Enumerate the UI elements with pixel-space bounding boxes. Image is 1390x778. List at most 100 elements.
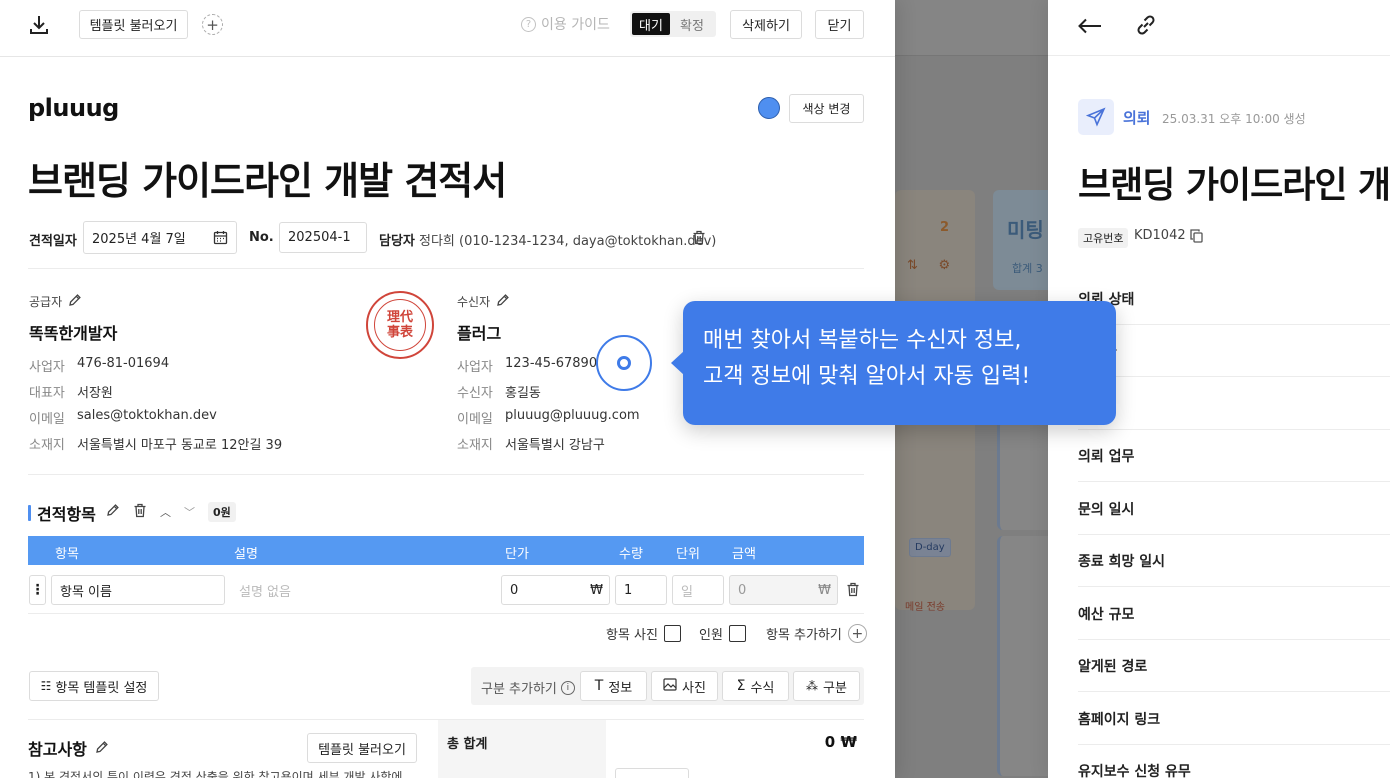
- block-add-bar: 구분 추가하기 i T 정보 사진 Σ 수식 ⁂ 구분: [471, 667, 864, 705]
- item-amount-value: 0: [738, 582, 747, 598]
- add-item-button[interactable]: 항목 추가하기 +: [766, 624, 867, 643]
- status-toggle[interactable]: 대기 확정: [630, 11, 716, 37]
- person-option[interactable]: 인원: [699, 624, 746, 643]
- notes-title-row: 참고사항: [28, 736, 109, 760]
- detail-row-budget[interactable]: 예산 규모: [1078, 588, 1390, 640]
- summary-input[interactable]: [615, 768, 689, 778]
- template-load-button[interactable]: 템플릿 불러오기: [79, 10, 188, 39]
- item-photo-label: 항목 사진: [606, 628, 658, 643]
- currency-symbol: ₩: [818, 582, 831, 598]
- total-label-cell: 총 합계: [438, 720, 606, 778]
- drag-handle-icon[interactable]: ⋮: [29, 575, 46, 605]
- download-icon[interactable]: [26, 12, 52, 38]
- column-header: 금액: [732, 547, 756, 562]
- status-confirmed-option[interactable]: 확정: [670, 13, 714, 35]
- close-button[interactable]: 닫기: [815, 10, 864, 39]
- pencil-icon[interactable]: [95, 739, 109, 758]
- send-icon: [1078, 99, 1114, 135]
- item-photo-checkbox[interactable]: [663, 625, 681, 642]
- delete-button[interactable]: 삭제하기: [730, 10, 802, 39]
- detail-row-manager[interactable]: 담당자: [1078, 325, 1390, 377]
- add-formula-block-button[interactable]: Σ 수식: [722, 671, 789, 701]
- date-field[interactable]: 2025년 4월 7일: [83, 221, 237, 254]
- drawer-title: 브랜딩 가이드라인 개발 견적서: [1078, 165, 1390, 206]
- usage-guide-label: 이용 가이드: [541, 17, 610, 33]
- trash-icon[interactable]: [846, 582, 860, 601]
- add-divider-block-button[interactable]: ⁂ 구분: [793, 671, 860, 701]
- editor-toolbar: 템플릿 불러오기 + ? 이용 가이드 대기 확정 삭제하기 닫기: [0, 0, 895, 57]
- chevron-up-icon[interactable]: ︿: [160, 504, 171, 520]
- items-total-badge: 0원: [208, 502, 236, 522]
- checklist-icon: ☷: [40, 679, 52, 693]
- back-arrow-icon[interactable]: [1076, 12, 1104, 40]
- column-header: 단가: [505, 547, 529, 562]
- notes-title: 참고사항: [28, 740, 87, 759]
- date-value: 2025년 4월 7일: [92, 232, 186, 247]
- column-header: 항목: [55, 547, 79, 562]
- detail-row-task[interactable]: 의뢰 업무: [1078, 430, 1390, 482]
- supplier-row-value: 서울특별시 마포구 동교로 12안길 39: [77, 438, 283, 453]
- detail-row-homepage[interactable]: 홈페이지 링크: [1078, 693, 1390, 745]
- item-unit-input[interactable]: 일: [672, 575, 724, 605]
- status-pending-option[interactable]: 대기: [632, 13, 670, 35]
- info-icon[interactable]: i: [560, 680, 575, 695]
- manager-label: 담당자: [379, 234, 415, 249]
- add-info-block-button[interactable]: T 정보: [580, 671, 647, 701]
- background-mail-badge: 메일 전송: [905, 602, 945, 613]
- item-description-input[interactable]: 설명 없음: [230, 575, 495, 605]
- items-section-tools: ︿ ﹀ 0원: [106, 502, 236, 522]
- total-value: 0 ₩: [824, 733, 857, 751]
- block-add-label: 구분 추가하기: [481, 682, 557, 697]
- pencil-icon[interactable]: [496, 293, 510, 310]
- stamp-text: 理代: [386, 310, 413, 325]
- detail-row-estimate[interactable]: 견적: [1078, 378, 1390, 430]
- notes-template-load-button[interactable]: 템플릿 불러오기: [307, 733, 417, 763]
- item-price-input[interactable]: 0 ₩: [501, 575, 610, 605]
- chevron-down-icon[interactable]: ﹀: [184, 504, 195, 520]
- add-photo-block-button[interactable]: 사진: [651, 671, 718, 701]
- pencil-icon[interactable]: [68, 293, 82, 310]
- trash-icon[interactable]: [692, 230, 706, 249]
- item-photo-option[interactable]: 항목 사진: [606, 624, 681, 643]
- usage-guide-link[interactable]: ? 이용 가이드: [521, 14, 610, 34]
- add-photo-block-label: 사진: [682, 680, 706, 696]
- item-template-setting-button[interactable]: ☷ 항목 템플릿 설정: [29, 671, 159, 701]
- person-checkbox[interactable]: [728, 625, 746, 642]
- unique-id-tag: 고유번호: [1078, 228, 1129, 248]
- trash-icon[interactable]: [133, 503, 147, 522]
- plus-icon[interactable]: +: [202, 14, 223, 35]
- notes-text[interactable]: 1) 본 견적서의 특이 이력은 견적 산출을 위한 참고용이며 세부 개발 사…: [28, 768, 402, 778]
- items-section-title: 견적항목: [28, 501, 96, 525]
- background-column-sum: 합계 3: [1012, 262, 1043, 275]
- items-title: 견적항목: [37, 505, 96, 524]
- sigma-icon: Σ: [736, 678, 746, 694]
- calendar-icon: [213, 230, 228, 249]
- item-amount-field: 0 ₩: [729, 575, 838, 605]
- tooltip-line: 매번 찾아서 복붙하는 수신자 정보,: [703, 328, 1022, 353]
- image-icon: [663, 677, 677, 695]
- color-change-button[interactable]: 색상 변경: [789, 94, 864, 123]
- link-icon[interactable]: [1132, 11, 1160, 39]
- person-label: 인원: [699, 628, 723, 643]
- add-item-label: 항목 추가하기: [766, 628, 842, 643]
- copy-icon[interactable]: [1190, 228, 1203, 247]
- highlight-dot: [617, 356, 631, 370]
- company-logo: pluuug: [28, 94, 119, 122]
- item-quantity-input[interactable]: 1: [615, 575, 667, 605]
- detail-row-end-date[interactable]: 종료 희망 일시: [1078, 535, 1390, 587]
- company-seal-stamp: 理代 事表: [366, 291, 434, 359]
- detail-row-maintenance[interactable]: 유지보수 신청 유무: [1078, 745, 1390, 778]
- detail-row-status[interactable]: 의뢰 상태: [1078, 273, 1390, 325]
- receiver-label: 수신자: [457, 295, 491, 309]
- request-created-date: 25.03.31 오후 10:00 생성: [1162, 112, 1306, 126]
- supplier-label: 공급자: [29, 295, 63, 309]
- add-divider-block-label: 구분: [823, 680, 847, 696]
- pencil-icon[interactable]: [106, 503, 120, 521]
- question-icon: ?: [521, 16, 536, 32]
- accent-color-swatch[interactable]: [758, 97, 780, 119]
- item-name-input[interactable]: 항목 이름: [51, 575, 225, 605]
- document-title[interactable]: 브랜딩 가이드라인 개발 견적서: [28, 150, 507, 205]
- number-field[interactable]: 202504-1: [279, 222, 367, 253]
- detail-row-inquiry-date[interactable]: 문의 일시: [1078, 483, 1390, 535]
- detail-row-source[interactable]: 알게된 경로: [1078, 640, 1390, 692]
